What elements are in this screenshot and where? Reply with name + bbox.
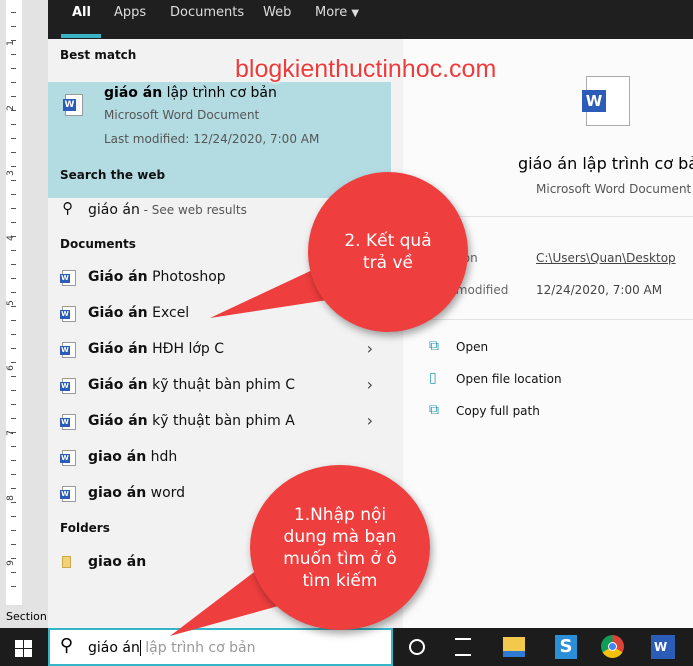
callout-result: 2. Kết quả trả về [308, 172, 468, 332]
callout-input: 1.Nhập nội dung mà bạn muốn tìm ở ô tìm … [250, 465, 430, 630]
